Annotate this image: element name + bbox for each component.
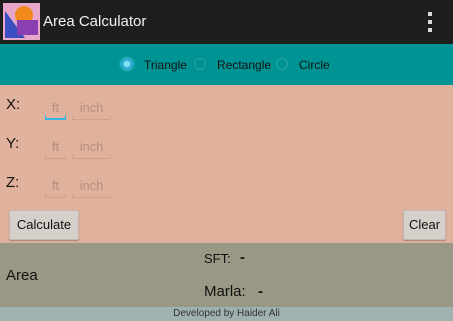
z-inch-input[interactable]: inch bbox=[72, 178, 111, 198]
z-ft-input[interactable]: ft bbox=[45, 178, 66, 198]
sft-value: - bbox=[240, 249, 245, 266]
input-panel: X: ft inch Y: ft inch Z: ft inch Calcula… bbox=[0, 85, 453, 243]
y-label: Y: bbox=[6, 135, 20, 152]
y-inch-input[interactable]: inch bbox=[72, 139, 111, 159]
sft-label: SFT: bbox=[204, 251, 231, 266]
result-panel: Area SFT: - Marla: - bbox=[0, 243, 453, 307]
radio-unchecked-icon bbox=[276, 58, 288, 70]
area-label: Area bbox=[6, 267, 38, 284]
x-inch-input[interactable]: inch bbox=[72, 100, 111, 120]
radio-unchecked-icon bbox=[194, 58, 206, 70]
shape-selector: Triangle Rectangle Circle bbox=[0, 44, 453, 85]
clear-button[interactable]: Clear bbox=[403, 210, 446, 240]
x-ft-input[interactable]: ft bbox=[45, 100, 66, 120]
app-title: Area Calculator bbox=[43, 13, 147, 30]
calculate-button[interactable]: Calculate bbox=[9, 210, 79, 240]
y-ft-input[interactable]: ft bbox=[45, 139, 66, 159]
developer-footer: Developed by Haider Ali bbox=[0, 307, 453, 321]
radio-checked-icon bbox=[121, 58, 133, 70]
radio-triangle-label: Triangle bbox=[144, 58, 187, 72]
x-label: X: bbox=[6, 96, 21, 113]
marla-value: - bbox=[258, 283, 263, 300]
action-bar: Area Calculator bbox=[0, 0, 453, 44]
marla-label: Marla: bbox=[204, 283, 246, 300]
app-logo-icon bbox=[3, 3, 40, 40]
z-label: Z: bbox=[6, 174, 20, 191]
radio-rectangle-label: Rectangle bbox=[217, 58, 272, 72]
overflow-menu-icon[interactable] bbox=[425, 12, 435, 32]
radio-circle-label: Circle bbox=[299, 58, 330, 72]
